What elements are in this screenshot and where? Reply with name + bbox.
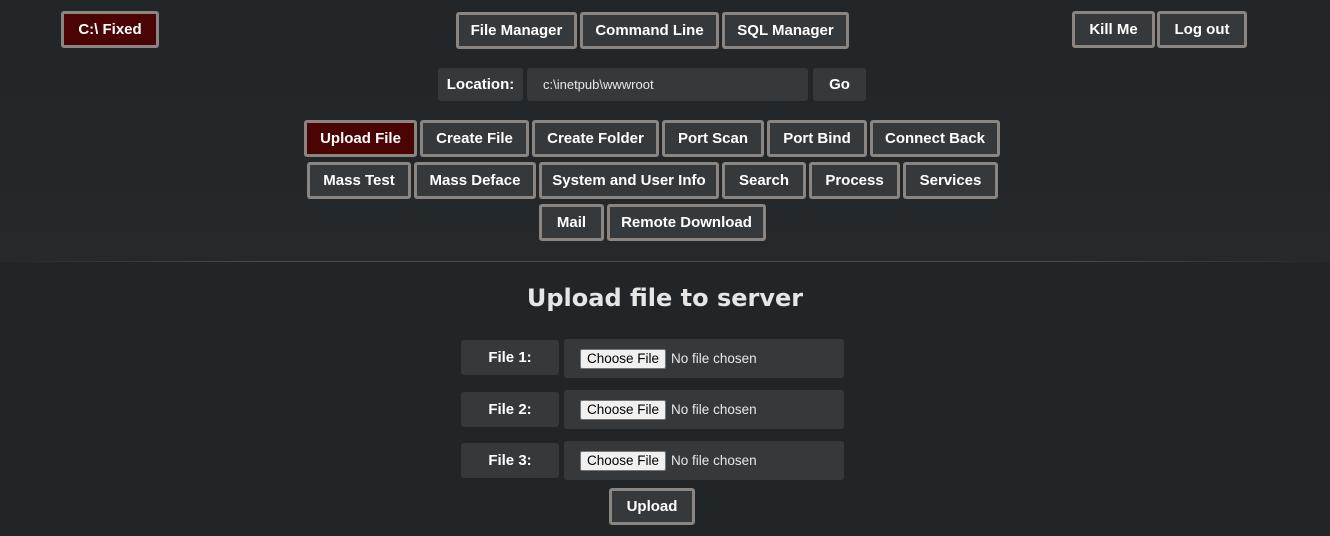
tool-create-folder-button[interactable]: Create Folder (532, 120, 659, 157)
file-2-input: Choose File No file chosen (564, 390, 844, 429)
tool-services-button[interactable]: Services (903, 162, 998, 199)
file-1-choose-button[interactable]: Choose File (580, 348, 667, 369)
location-input[interactable] (527, 68, 808, 101)
page-title: Upload file to server (526, 284, 804, 312)
file-3-input: Choose File No file chosen (564, 441, 844, 480)
file-1-input: Choose File No file chosen (564, 339, 844, 378)
file-3-status: No file chosen (671, 453, 757, 468)
file-1-label: File 1: (461, 340, 559, 375)
tool-port-bind-button[interactable]: Port Bind (767, 120, 867, 157)
file-2-label: File 2: (461, 392, 559, 427)
tool-mass-test-button[interactable]: Mass Test (307, 162, 411, 199)
tool-system-user-info-button[interactable]: System and User Info (539, 162, 719, 199)
tool-connect-back-button[interactable]: Connect Back (870, 120, 1000, 157)
tool-process-button[interactable]: Process (809, 162, 900, 199)
kill-me-button[interactable]: Kill Me (1072, 11, 1155, 48)
nav-command-line-button[interactable]: Command Line (580, 12, 719, 49)
nav-file-manager-button[interactable]: File Manager (456, 12, 577, 49)
upload-submit-button[interactable]: Upload (609, 488, 695, 525)
nav-sql-manager-button[interactable]: SQL Manager (722, 12, 849, 49)
location-label: Location: (438, 68, 523, 101)
file-2-status: No file chosen (671, 402, 757, 417)
tool-upload-file-button[interactable]: Upload File (304, 120, 417, 157)
tool-mail-button[interactable]: Mail (539, 204, 604, 241)
go-button[interactable]: Go (813, 68, 866, 101)
tool-create-file-button[interactable]: Create File (420, 120, 529, 157)
tool-mass-deface-button[interactable]: Mass Deface (414, 162, 536, 199)
tool-search-button[interactable]: Search (722, 162, 806, 199)
file-2-choose-button[interactable]: Choose File (580, 399, 667, 420)
tool-remote-download-button[interactable]: Remote Download (607, 204, 766, 241)
logout-button[interactable]: Log out (1157, 11, 1247, 48)
tool-port-scan-button[interactable]: Port Scan (662, 120, 764, 157)
file-3-label: File 3: (461, 443, 559, 478)
file-1-status: No file chosen (671, 351, 757, 366)
section-divider (0, 261, 1330, 262)
file-3-choose-button[interactable]: Choose File (580, 450, 667, 471)
drive-button[interactable]: C:\ Fixed (61, 11, 159, 48)
